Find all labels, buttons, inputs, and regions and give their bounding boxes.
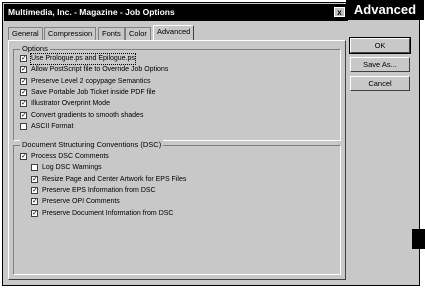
checkbox-label: Allow PostScript file to Override Job Op…: [31, 66, 169, 74]
checkbox-checked-icon[interactable]: ✓: [20, 100, 27, 108]
checkbox-checked-icon[interactable]: ✓: [20, 111, 27, 119]
job-options-dialog: Multimedia, Inc. - Magazine - Job Option…: [2, 2, 420, 286]
checkbox-checked-icon[interactable]: ✓: [20, 153, 27, 160]
checkbox-checked-icon[interactable]: ✓: [20, 66, 27, 74]
checkbox-label: Save Portable Job Ticket inside PDF file: [31, 88, 156, 96]
tab-advanced[interactable]: Advanced: [153, 25, 195, 41]
checkbox-checked-icon[interactable]: ✓: [31, 175, 38, 183]
checkbox-label: Preserve Document Information from DSC: [42, 209, 174, 217]
checkbox-label: ASCII Format: [31, 122, 74, 130]
ok-button[interactable]: OK: [349, 37, 411, 54]
options-group: Options ✓ Use Prologue.ps and Epilogue.ps…: [13, 44, 341, 141]
checkbox-label: Use Prologue.ps and Epilogue.ps: [30, 53, 136, 65]
checkbox-checked-icon[interactable]: ✓: [31, 186, 38, 194]
checkbox-unchecked-icon[interactable]: [20, 122, 27, 130]
tab-compression[interactable]: Compression: [44, 27, 97, 40]
checkbox-checked-icon[interactable]: ✓: [20, 77, 27, 85]
tab-color[interactable]: Color: [125, 27, 151, 40]
checkbox-label: Preserve OPI Comments: [42, 198, 120, 206]
tab-fonts[interactable]: Fonts: [98, 27, 125, 40]
checkbox-label: Preserve Level 2 copypage Semantics: [31, 77, 151, 85]
edge-mark: [412, 229, 425, 249]
checkbox-label: Illustrator Overprint Mode: [31, 100, 110, 108]
window-title: Multimedia, Inc. - Magazine - Job Option…: [8, 7, 175, 17]
close-icon[interactable]: x: [334, 7, 345, 17]
checkbox-label: Convert gradients to smooth shades: [31, 111, 144, 119]
tab-general[interactable]: General: [8, 27, 43, 40]
advanced-panel: Options ✓ Use Prologue.ps and Epilogue.ps…: [8, 40, 346, 280]
checkbox-checked-icon[interactable]: ✓: [31, 198, 38, 206]
dsc-group: Document Structuring Conventions (DSC) ✓…: [13, 140, 341, 275]
checkbox-label: Resize Page and Center Artwork for EPS F…: [42, 175, 187, 183]
title-bar[interactable]: Multimedia, Inc. - Magazine - Job Option…: [4, 4, 348, 21]
cancel-button[interactable]: Cancel: [350, 76, 410, 91]
save-as-button[interactable]: Save As...: [350, 57, 410, 72]
checkbox-label: Preserve EPS Information from DSC: [42, 186, 156, 194]
checkbox-checked-icon[interactable]: ✓: [20, 88, 27, 96]
checkbox-label: Process DSC Comments: [31, 153, 109, 160]
checkbox-checked-icon[interactable]: ✓: [31, 209, 38, 217]
checkbox-label: Log DSC Warnings: [42, 164, 102, 172]
options-group-label: Options: [20, 44, 50, 54]
checkbox-unchecked-icon[interactable]: [31, 164, 38, 172]
advanced-banner: Advanced: [346, 0, 424, 20]
checkbox-checked-icon[interactable]: ✓: [20, 55, 27, 62]
dsc-group-label: Document Structuring Conventions (DSC): [20, 140, 164, 150]
